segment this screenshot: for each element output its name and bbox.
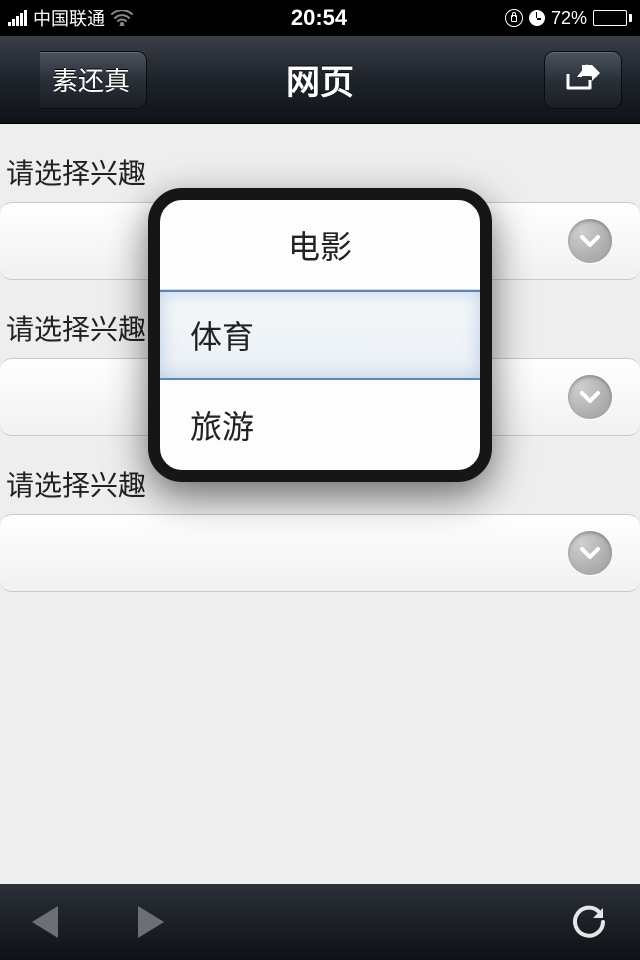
picker-option-0[interactable]: 电影 — [160, 200, 480, 290]
orientation-lock-icon — [505, 9, 523, 27]
picker-option-1[interactable]: 体育 — [160, 290, 480, 380]
share-button[interactable] — [544, 51, 622, 109]
alarm-icon — [529, 10, 545, 26]
nav-back-icon[interactable] — [32, 906, 58, 938]
reload-icon — [570, 903, 608, 941]
carrier-label: 中国联通 — [33, 5, 105, 31]
picker-option-label: 旅游 — [190, 402, 254, 448]
nav-bar: 素还真 网页 — [0, 36, 640, 124]
nav-forward-icon[interactable] — [138, 906, 164, 938]
battery-percent: 72% — [551, 8, 587, 29]
back-button[interactable]: 素还真 — [40, 51, 147, 109]
status-bar: 中国联通 20:54 72% — [0, 0, 640, 36]
wifi-icon — [111, 10, 133, 26]
chevron-down-icon — [568, 531, 612, 575]
share-icon — [565, 62, 601, 97]
picker-option-label: 电影 — [288, 222, 352, 268]
battery-icon — [593, 10, 632, 26]
status-time: 20:54 — [133, 5, 505, 31]
picker-option-2[interactable]: 旅游 — [160, 380, 480, 470]
bottom-toolbar — [0, 884, 640, 960]
back-button-label: 素还真 — [52, 61, 130, 98]
chevron-down-icon — [568, 219, 612, 263]
chevron-down-icon — [568, 375, 612, 419]
reload-button[interactable] — [570, 903, 608, 941]
signal-icon — [8, 10, 27, 26]
picker-option-label: 体育 — [190, 312, 254, 358]
picker-popup[interactable]: 电影 体育 旅游 — [148, 188, 492, 482]
interest-select-3[interactable] — [0, 514, 640, 592]
